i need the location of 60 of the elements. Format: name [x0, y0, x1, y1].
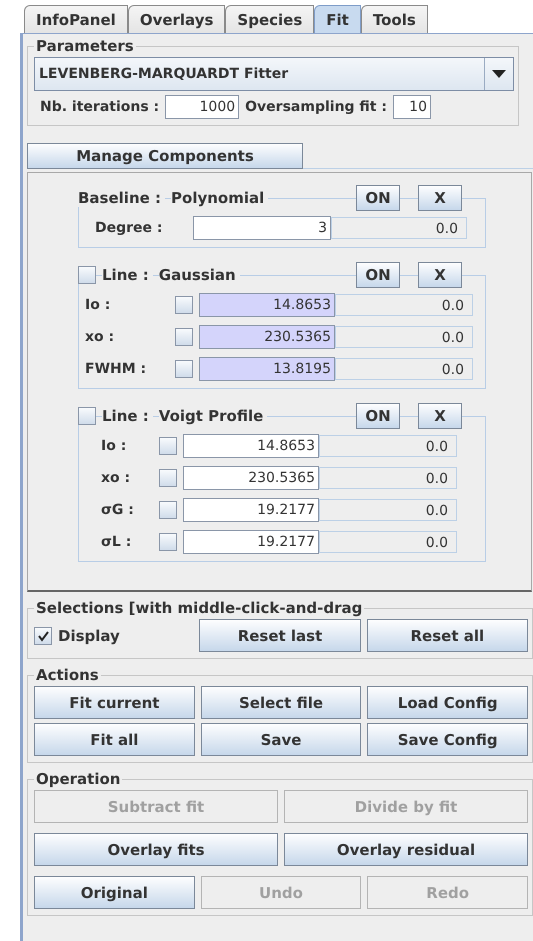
action-button[interactable]: Save Config [367, 723, 528, 756]
error-field: 0.0 [319, 499, 457, 521]
param-label: σL : [100, 534, 132, 550]
group-title: Actions [35, 666, 100, 684]
display-label: Display [58, 626, 120, 644]
fitter-dropdown[interactable]: LEVENBERG-MARQUARDT Fitter [34, 57, 514, 91]
param-label: xo : [100, 470, 132, 486]
component-type: Voigt Profile [158, 407, 268, 425]
action-button[interactable]: Reset last [199, 619, 361, 652]
remove-button[interactable]: X [418, 262, 462, 288]
param-label: Io : [84, 297, 112, 313]
group-title: Parameters [35, 37, 135, 55]
component-label: Baseline : [78, 189, 166, 207]
value-field[interactable]: 19.2177 [183, 530, 319, 554]
param-label: xo : [84, 329, 116, 345]
error-field: 0.0 [319, 467, 457, 489]
action-button[interactable]: Overlay residual [284, 833, 528, 866]
action-button[interactable]: Save [200, 723, 362, 756]
value-field[interactable]: 230.5365 [183, 466, 319, 490]
param-label: Io : [100, 438, 128, 454]
remove-button[interactable]: X [418, 403, 462, 429]
param-label: FWHM : [84, 361, 148, 377]
on-button[interactable]: ON [356, 403, 400, 429]
remove-button[interactable]: X [418, 185, 462, 211]
param-label: σG : [100, 502, 135, 518]
iterations-field[interactable]: 1000 [165, 95, 240, 119]
value-field[interactable]: 3 [193, 216, 331, 240]
group-title: Selections [with middle-click-and-drag [35, 599, 364, 617]
oversampling-field[interactable]: 10 [392, 95, 431, 119]
tab[interactable]: Species [225, 5, 314, 33]
tab[interactable]: Fit [314, 5, 361, 33]
iterations-label: Nb. iterations : [40, 99, 160, 115]
action-button[interactable]: Fit current [34, 686, 195, 719]
value-field[interactable]: 13.8195 [199, 357, 335, 381]
error-field: 0.0 [335, 358, 473, 380]
value-field[interactable]: 230.5365 [199, 325, 335, 349]
action-button[interactable]: Fit all [34, 723, 195, 756]
value-field[interactable]: 14.8653 [183, 434, 319, 458]
error-field: 0.0 [335, 294, 473, 316]
tab[interactable]: InfoPanel [24, 5, 128, 33]
error-field: 0.0 [319, 435, 457, 457]
error-field: 0.0 [335, 326, 473, 348]
action-button[interactable]: Original [34, 876, 195, 909]
value-field[interactable]: 14.8653 [199, 293, 335, 317]
oversampling-label: Oversampling fit : [245, 99, 387, 115]
action-button[interactable]: Select file [200, 686, 362, 719]
action-button[interactable]: Overlay fits [34, 833, 278, 866]
component-type: Polynomial [171, 189, 268, 207]
on-button[interactable]: ON [356, 185, 400, 211]
manage-components-tab[interactable]: Manage Components [27, 143, 303, 169]
group-title: Operation [35, 770, 122, 788]
value-field[interactable]: 19.2177 [183, 498, 319, 522]
error-field: 0.0 [331, 217, 467, 239]
error-field: 0.0 [319, 531, 457, 553]
tab[interactable]: Tools [360, 5, 428, 33]
param-label: Degree : [94, 220, 164, 236]
action-button[interactable]: Load Config [367, 686, 528, 719]
action-button[interactable]: Reset all [366, 619, 528, 652]
tab[interactable]: Overlays [128, 5, 226, 33]
on-button[interactable]: ON [356, 262, 400, 288]
